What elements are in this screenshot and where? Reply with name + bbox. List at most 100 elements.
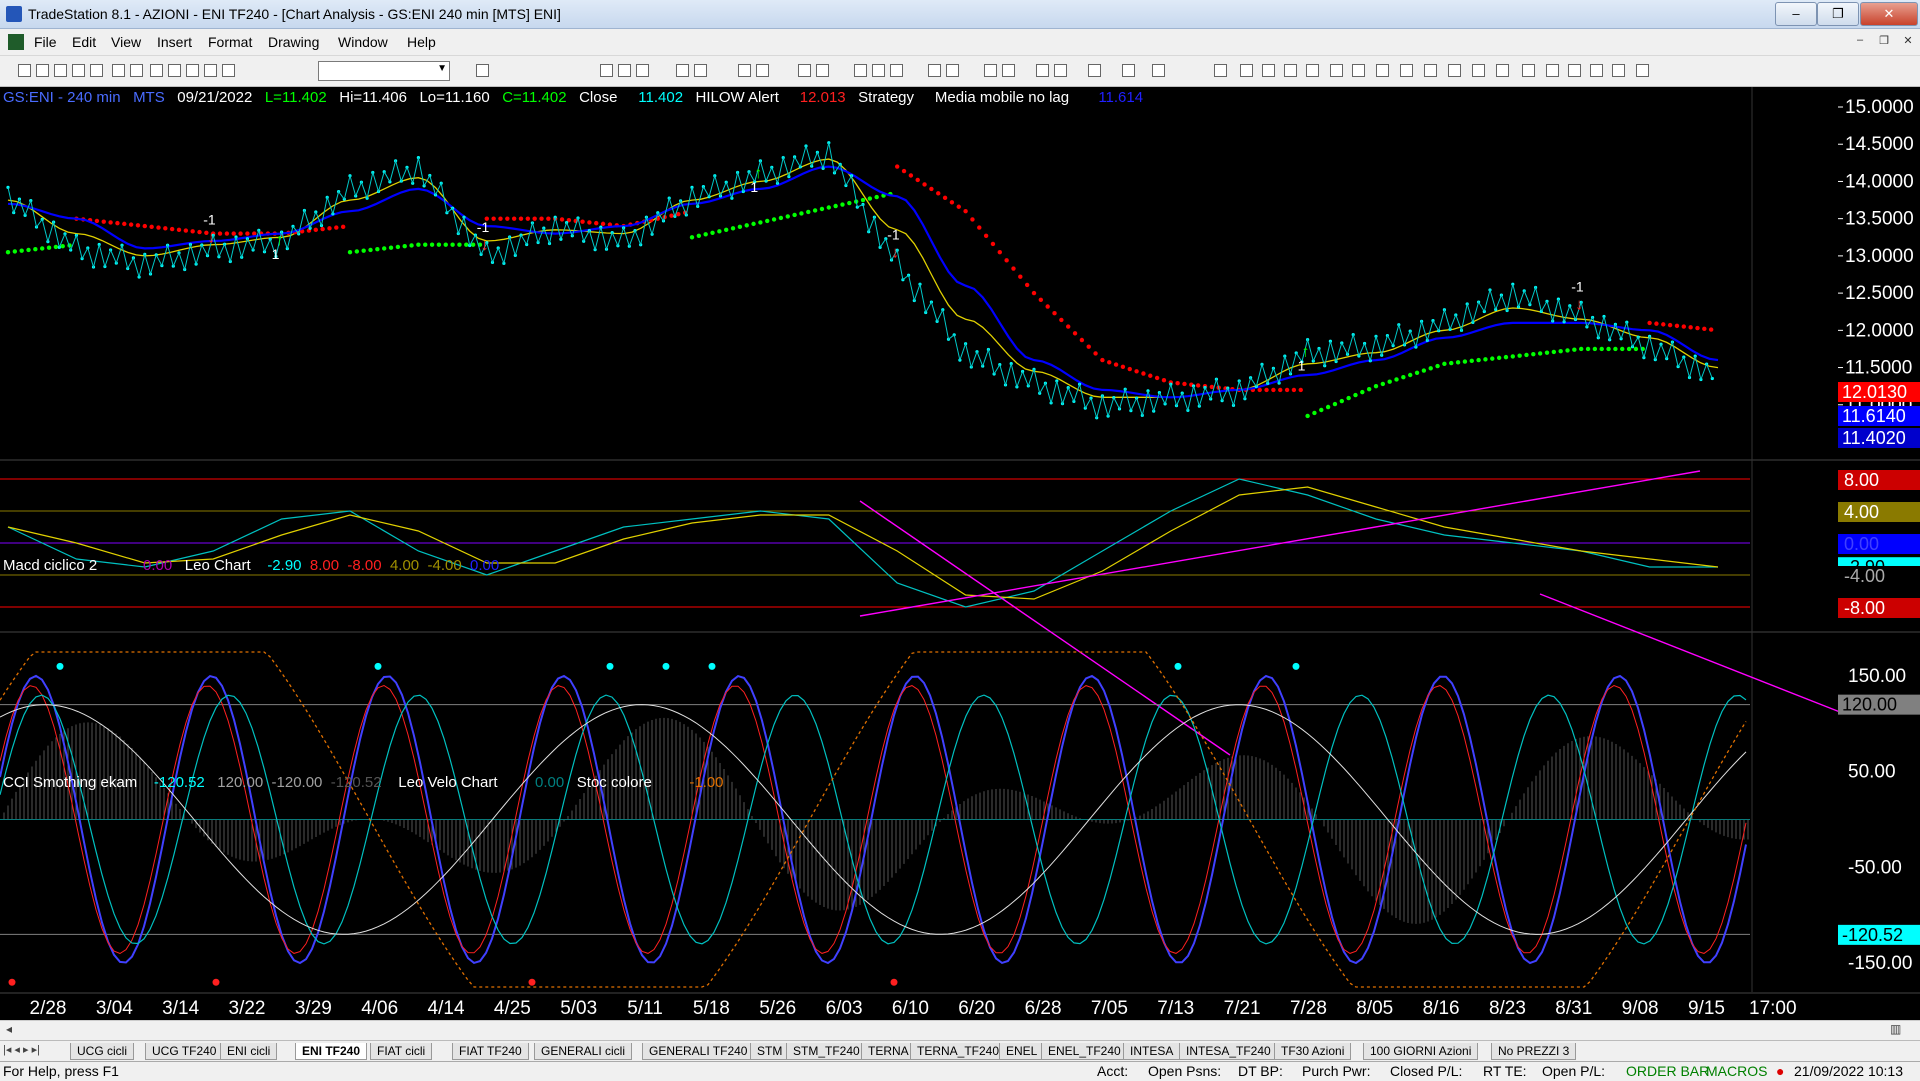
curve-icon[interactable] — [1522, 64, 1535, 77]
tab-no-prezzi-3[interactable]: No PREZZI 3 — [1491, 1043, 1577, 1060]
down-arrow-tool-icon[interactable] — [1546, 64, 1559, 77]
pointer-icon[interactable] — [1036, 64, 1049, 77]
trendline-icon[interactable] — [1306, 64, 1319, 77]
flag-icon[interactable] — [1054, 64, 1067, 77]
tab-intesa[interactable]: INTESA — [1123, 1043, 1181, 1060]
tab-tf30-azioni[interactable]: TF30 Azioni — [1274, 1043, 1352, 1060]
scroll-left-icon[interactable]: ◂ — [6, 1022, 12, 1036]
tab-generali-cicli[interactable]: GENERALI cicli — [534, 1043, 633, 1060]
menu-file[interactable]: File — [34, 34, 57, 50]
menu-view[interactable]: View — [111, 34, 141, 50]
zoom-out-icon[interactable] — [816, 64, 829, 77]
tab-100-giorni-azioni[interactable]: 100 GIORNI Azioni — [1363, 1043, 1479, 1060]
stoc-top-dot — [374, 662, 382, 670]
menu-drawing[interactable]: Drawing — [268, 34, 319, 50]
bar-chart-icon[interactable] — [854, 64, 867, 77]
menu-help[interactable]: Help — [407, 34, 436, 50]
speed-lines-icon[interactable] — [1472, 64, 1485, 77]
chart-document-icon[interactable] — [8, 34, 24, 50]
copy-icon[interactable] — [54, 64, 67, 77]
tab-nav-arrows-icon[interactable]: |◂ ◂ ▸ ▸| — [3, 1043, 40, 1056]
cascade-icon[interactable] — [150, 64, 163, 77]
new-icon[interactable] — [18, 64, 31, 77]
horizontal-scrollbar[interactable]: ◂ ▥ — [0, 1020, 1920, 1040]
hilow-alert-dot — [1107, 360, 1112, 365]
close-button[interactable]: ✕ — [1860, 2, 1918, 26]
cross-icon[interactable] — [928, 64, 941, 77]
menu-format[interactable]: Format — [208, 34, 252, 50]
candle-icon[interactable] — [872, 64, 885, 77]
regression-icon[interactable] — [1496, 64, 1509, 77]
buy-arrow-icon: ↑ — [276, 232, 284, 249]
lock-icon[interactable] — [186, 64, 199, 77]
insert-indicator-icon[interactable] — [738, 64, 751, 77]
arc-icon[interactable] — [1448, 64, 1461, 77]
radar-icon[interactable] — [618, 64, 631, 77]
paste-icon[interactable] — [72, 64, 85, 77]
tab-intesa-tf240[interactable]: INTESA_TF240 — [1179, 1043, 1278, 1060]
symbol-combo[interactable]: ▼ — [318, 61, 450, 81]
tools-icon[interactable] — [1088, 64, 1101, 77]
order-bar-label[interactable]: ORDER BAR — [1626, 1063, 1709, 1079]
refresh-icon[interactable] — [756, 64, 769, 77]
angle-icon[interactable] — [1376, 64, 1389, 77]
format-icon[interactable] — [694, 64, 707, 77]
pencil-icon[interactable] — [1214, 64, 1227, 77]
mdi-close-button[interactable]: ✕ — [1898, 34, 1918, 50]
status-bar: For Help, press F1 Acct: Open Psns: DT B… — [0, 1061, 1920, 1081]
maximize-button[interactable]: ❐ — [1817, 2, 1859, 26]
macros-label[interactable]: MACROS — [1706, 1063, 1767, 1079]
h-lines-icon[interactable] — [1240, 64, 1253, 77]
data-window-icon[interactable] — [1122, 64, 1135, 77]
v-lines-icon[interactable] — [1262, 64, 1275, 77]
tab-fiat-cicli[interactable]: FIAT cicli — [370, 1043, 433, 1060]
zoom-icon[interactable] — [984, 64, 997, 77]
menu-window[interactable]: Window — [338, 34, 388, 50]
line-icon[interactable] — [890, 64, 903, 77]
chart-canvas[interactable]: 15.0000 14.5000 14.0000 13.5000 13.0000 12.50… — [0, 87, 1920, 1020]
menu-edit[interactable]: Edit — [72, 34, 96, 50]
up-arrow-tool-icon[interactable] — [1568, 64, 1581, 77]
mdi-minimize-button[interactable]: – — [1850, 34, 1870, 50]
chart-icon[interactable] — [600, 64, 613, 77]
minimize-button[interactable]: – — [1775, 2, 1817, 26]
open-icon[interactable] — [36, 64, 49, 77]
fib-icon[interactable] — [1330, 64, 1343, 77]
tile-icon[interactable] — [168, 64, 181, 77]
menu-insert[interactable]: Insert — [157, 34, 192, 50]
save-icon[interactable] — [90, 64, 103, 77]
arrows-icon[interactable] — [1400, 64, 1413, 77]
matrix-icon[interactable] — [636, 64, 649, 77]
mdi-restore-button[interactable]: ❐ — [1874, 34, 1894, 50]
network-icon[interactable] — [222, 64, 235, 77]
parallel-icon[interactable] — [1424, 64, 1437, 77]
tab-enel[interactable]: ENEL — [999, 1043, 1045, 1060]
workspace-icon[interactable] — [204, 64, 217, 77]
tab-terna[interactable]: TERNA — [861, 1043, 916, 1060]
scroll-thumb-icon[interactable]: ▥ — [1890, 1022, 1901, 1036]
print-preview-icon[interactable] — [112, 64, 125, 77]
tab-terna-tf240[interactable]: TERNA_TF240 — [910, 1043, 1007, 1060]
zoom-in-icon[interactable] — [798, 64, 811, 77]
tab-stm[interactable]: STM — [750, 1043, 790, 1060]
print-icon[interactable] — [130, 64, 143, 77]
chart-analysis-window[interactable]: 15.0000 14.5000 14.0000 13.5000 13.0000 12.50… — [0, 87, 1920, 1020]
find-icon[interactable] — [476, 64, 489, 77]
tab-fiat-tf240[interactable]: FIAT TF240 — [452, 1043, 529, 1060]
tab-ucg-tf240[interactable]: UCG TF240 — [145, 1043, 224, 1060]
tab-enel-tf240[interactable]: ENEL_TF240 — [1041, 1043, 1128, 1060]
text-tool-icon[interactable] — [1636, 64, 1649, 77]
link-icon[interactable] — [676, 64, 689, 77]
compress-icon[interactable] — [946, 64, 959, 77]
unzoom-icon[interactable] — [1002, 64, 1015, 77]
gann-icon[interactable] — [1352, 64, 1365, 77]
tab-ucg-cicli[interactable]: UCG cicli — [70, 1043, 134, 1060]
window-icon[interactable] — [1152, 64, 1165, 77]
tab-generali-tf240[interactable]: GENERALI TF240 — [642, 1043, 755, 1060]
tab-eni-tf240[interactable]: ENI TF240 — [295, 1043, 368, 1060]
rectangle-icon[interactable] — [1612, 64, 1625, 77]
ellipse-icon[interactable] — [1590, 64, 1603, 77]
tab-stm-tf240[interactable]: STM_TF240 — [786, 1043, 867, 1060]
tab-eni-cicli[interactable]: ENI cicli — [220, 1043, 278, 1060]
channel-icon[interactable] — [1284, 64, 1297, 77]
